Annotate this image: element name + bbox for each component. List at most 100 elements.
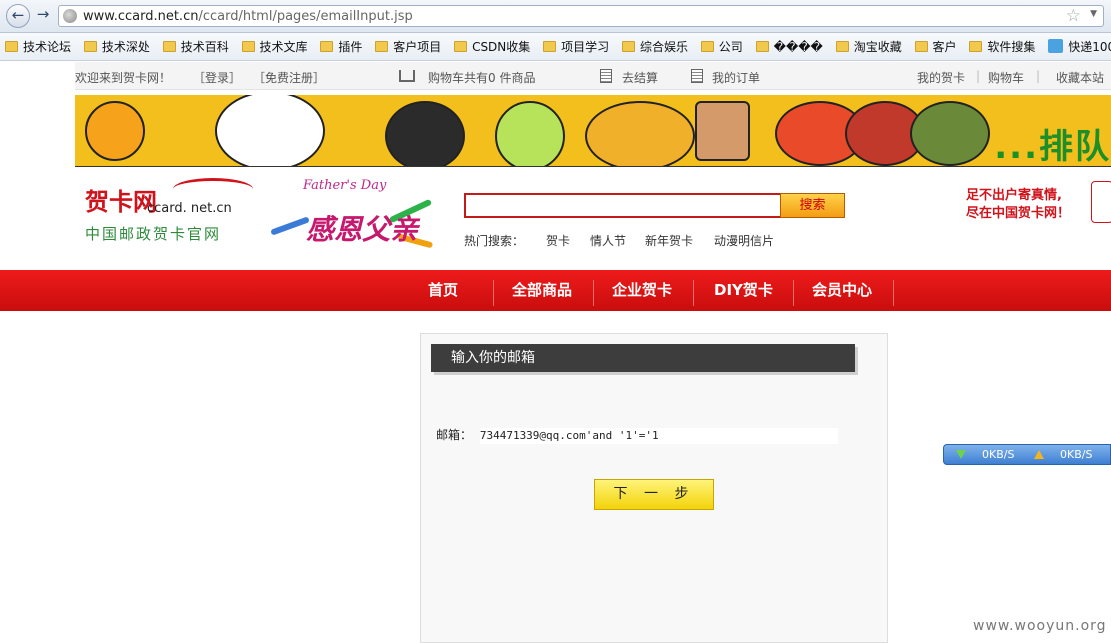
folder-icon xyxy=(375,41,389,52)
bookmark-item[interactable]: 项目学习 xyxy=(538,33,609,60)
nav-member-center[interactable]: 会员中心 xyxy=(812,270,872,311)
bookmark-item[interactable]: 公司 xyxy=(696,33,743,60)
folder-icon xyxy=(621,41,635,52)
cartoon-face xyxy=(910,101,990,166)
my-orders-link[interactable]: 我的订单 xyxy=(712,69,760,86)
welcome-text: 欢迎来到贺卡网！ xyxy=(75,71,172,85)
checkout-icon xyxy=(600,69,612,83)
bookmark-item[interactable]: 客户 xyxy=(910,33,957,60)
bookmark-item[interactable]: 技术论坛 xyxy=(0,33,71,60)
folder-icon xyxy=(241,41,255,52)
fathers-day-promo[interactable]: Father's Day 感恩父亲 xyxy=(268,178,436,266)
nav-divider xyxy=(493,280,494,306)
upload-arrow-icon xyxy=(1034,450,1044,459)
bookmark-item[interactable]: 插件 xyxy=(315,33,362,60)
nav-diy-cards[interactable]: DIY贺卡 xyxy=(714,270,773,311)
cart-icon xyxy=(399,70,415,82)
nav-enterprise-cards[interactable]: 企业贺卡 xyxy=(612,270,672,311)
site-logo[interactable]: 贺卡网 ccard. net.cn 中国邮政贺卡官网 xyxy=(85,178,260,248)
logo-domain: ccard. net.cn xyxy=(147,201,232,216)
cart-link[interactable]: 购物车 xyxy=(988,69,1024,86)
folder-icon xyxy=(162,41,176,52)
login-link[interactable]: ［登录］ xyxy=(193,69,241,86)
cartoon-face xyxy=(385,101,465,166)
bookmark-item[interactable]: 快递100 - 提供一站 xyxy=(1043,33,1111,60)
folder-icon xyxy=(454,41,468,52)
bookmark-item[interactable]: 技术深处 xyxy=(79,33,150,60)
browser-toolbar: ← → www.ccard.net.cn/ccard/html/pages/em… xyxy=(0,0,1111,33)
cartoon-face xyxy=(695,101,750,161)
favorite-link[interactable]: 收藏本站 xyxy=(1056,69,1104,86)
hot-search-term[interactable]: 贺卡 xyxy=(546,232,570,249)
nav-all-products[interactable]: 全部商品 xyxy=(512,270,572,311)
promo-english: Father's Day xyxy=(303,178,387,193)
network-speed-widget[interactable]: 0KB/S 0KB/S xyxy=(943,444,1111,465)
next-step-button[interactable]: 下 一 步 xyxy=(594,479,714,510)
bookmarks-bar: 技术论坛 技术深处 技术百科 技术文库 插件 客户项目 CSDN收集 项目学习 … xyxy=(0,33,1111,61)
search-input[interactable] xyxy=(464,193,781,218)
email-panel: 输入你的邮箱 邮箱： 734471339@qq.com'and '1'='1 下… xyxy=(420,333,888,643)
banner-text: ...排队 xyxy=(994,127,1111,167)
nav-divider xyxy=(593,280,594,306)
upload-speed: 0KB/S xyxy=(1060,448,1093,461)
folder-icon xyxy=(320,41,334,52)
back-button[interactable]: ← xyxy=(6,4,30,28)
checkout-link[interactable]: 去结算 xyxy=(622,69,658,86)
nav-divider xyxy=(693,280,694,306)
bookmark-item[interactable]: 技术百科 xyxy=(158,33,229,60)
cartoon-face xyxy=(585,101,695,166)
main-nav: 首页 全部商品 企业贺卡 DIY贺卡 会员中心 xyxy=(0,270,1111,311)
hot-search-term[interactable]: 新年贺卡 xyxy=(645,232,693,249)
side-widget-icon[interactable] xyxy=(1091,181,1111,223)
logo-swirl xyxy=(173,178,253,200)
folder-icon xyxy=(543,41,557,52)
folder-icon xyxy=(835,41,849,52)
search-button[interactable]: 搜索 xyxy=(780,193,845,218)
bookmark-item[interactable]: 软件搜集 xyxy=(964,33,1035,60)
nav-divider xyxy=(893,280,894,306)
website-icon xyxy=(1048,39,1064,53)
hot-search-term[interactable]: 情人节 xyxy=(590,232,626,249)
email-row: 邮箱： 734471339@qq.com'and '1'='1 xyxy=(436,426,838,444)
cartoon-face xyxy=(215,95,325,166)
orders-icon xyxy=(691,69,703,83)
promo-ray xyxy=(270,216,310,236)
hot-search-label: 热门搜索： xyxy=(464,234,525,248)
bookmark-item[interactable]: 综合娱乐 xyxy=(617,33,688,60)
folder-icon xyxy=(700,41,714,52)
download-arrow-icon xyxy=(956,450,966,459)
cartoon-banner[interactable]: ...排队 xyxy=(75,95,1111,167)
cart-count[interactable]: 购物车共有0 件商品 xyxy=(428,69,535,86)
folder-icon xyxy=(969,41,983,52)
bookmark-item[interactable]: CSDN收集 xyxy=(449,33,530,60)
slogan: 足不出户寄真情, 尽在中国贺卡网！ xyxy=(966,188,1071,221)
url-text: www.ccard.net.cn/ccard/html/pages/emailI… xyxy=(83,9,413,24)
my-cards-link[interactable]: 我的贺卡 xyxy=(917,69,965,86)
folder-icon xyxy=(914,41,928,52)
promo-chinese: 感恩父亲 xyxy=(306,213,419,246)
cartoon-face xyxy=(495,101,565,166)
address-bar[interactable]: www.ccard.net.cn/ccard/html/pages/emailI… xyxy=(58,5,1104,27)
nav-home[interactable]: 首页 xyxy=(428,270,458,311)
panel-title: 输入你的邮箱 xyxy=(431,344,855,372)
divider: | xyxy=(1036,69,1041,83)
site-top-bar: 欢迎来到贺卡网！ ［登录］ ［免费注册］ 购物车共有0 件商品 去结算 我的订单… xyxy=(75,62,1111,90)
email-input[interactable]: 734471339@qq.com'and '1'='1 xyxy=(479,428,838,444)
register-link[interactable]: ［免费注册］ xyxy=(253,69,325,86)
folder-icon xyxy=(755,41,769,52)
folder-icon xyxy=(83,41,97,52)
email-label: 邮箱： xyxy=(436,428,473,442)
watermark: www.wooyun.org xyxy=(973,618,1107,634)
bookmark-item[interactable]: 淘宝收藏 xyxy=(831,33,902,60)
bookmark-star-icon[interactable]: ☆ xyxy=(1066,6,1081,26)
chevron-down-icon[interactable]: ▼ xyxy=(1090,9,1097,19)
bookmark-item[interactable]: ���� xyxy=(751,33,823,60)
nav-divider xyxy=(793,280,794,306)
logo-tagline: 中国邮政贺卡官网 xyxy=(85,225,222,243)
forward-button[interactable]: → xyxy=(33,4,53,28)
hot-search-term[interactable]: 动漫明信片 xyxy=(714,232,774,249)
bookmark-item[interactable]: 技术文库 xyxy=(237,33,308,60)
bookmark-item[interactable]: 客户项目 xyxy=(370,33,441,60)
download-speed: 0KB/S xyxy=(982,448,1015,461)
folder-icon xyxy=(5,41,18,52)
